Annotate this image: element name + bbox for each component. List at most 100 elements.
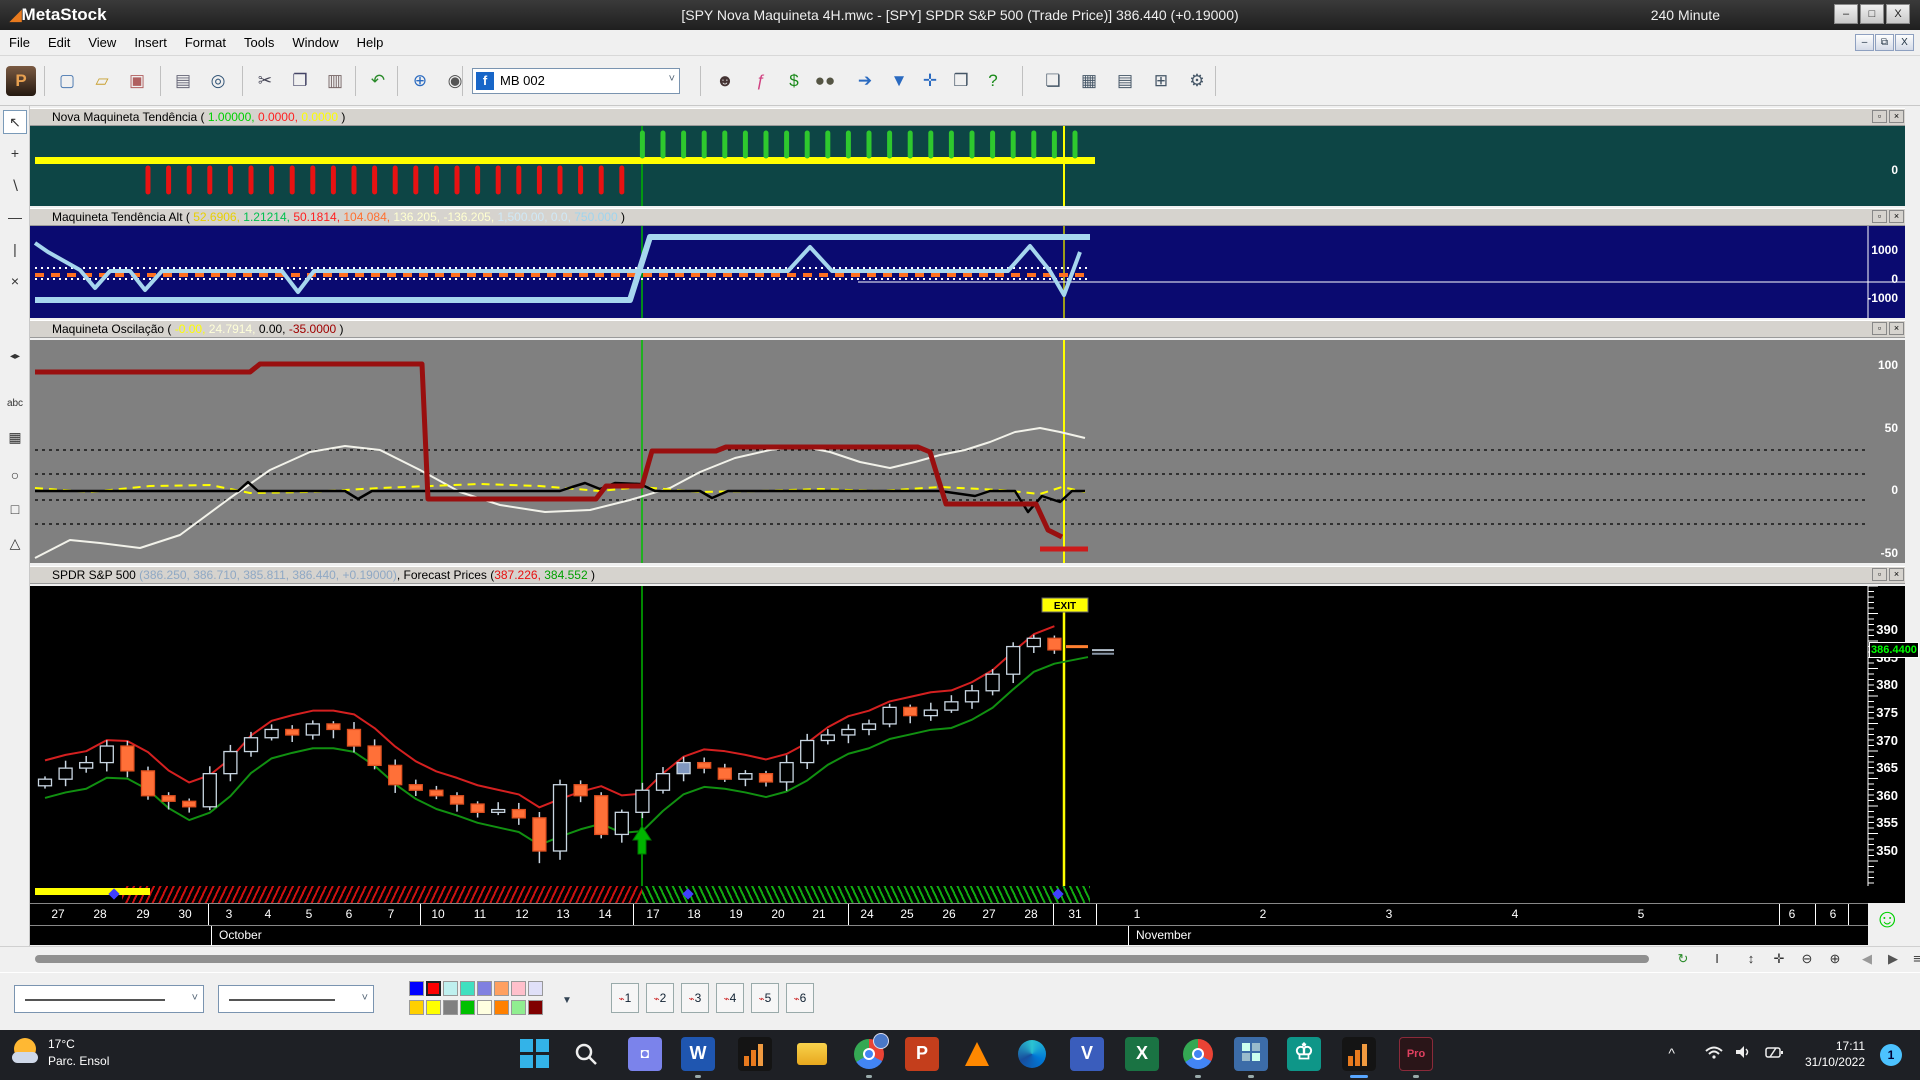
- taskbar-powerpoint-icon[interactable]: P: [905, 1037, 939, 1071]
- crosshair-tool-icon[interactable]: +: [3, 142, 27, 166]
- taskbar-chrome-icon[interactable]: [852, 1037, 886, 1071]
- zoom-out-icon[interactable]: ⊖: [1796, 949, 1818, 969]
- page-right-icon[interactable]: ▶: [1882, 949, 1904, 969]
- what-is-icon[interactable]: ?: [978, 68, 1008, 94]
- open-chart-icon[interactable]: ▱: [87, 68, 117, 94]
- cut-icon[interactable]: ✂: [250, 68, 280, 94]
- rectangle-tool-icon[interactable]: □: [3, 498, 27, 522]
- taskbar-pro-icon[interactable]: Pro: [1399, 1037, 1433, 1071]
- expert-advisor-icon[interactable]: ➔: [850, 68, 880, 94]
- date-axis-months[interactable]: OctoberNovember: [30, 925, 1868, 945]
- chart-preset-button-3[interactable]: ⌁3: [681, 983, 709, 1013]
- taskbar-explorer-icon[interactable]: [795, 1037, 829, 1071]
- color-swatch[interactable]: [460, 981, 475, 996]
- color-swatch[interactable]: [494, 981, 509, 996]
- mdi-close-button[interactable]: X: [1895, 34, 1914, 51]
- maquineta-tendencia-alt-maximize-button[interactable]: ▫: [1872, 210, 1887, 223]
- chart-preset-button-4[interactable]: ⌁4: [716, 983, 744, 1013]
- mdi-restore-button[interactable]: ⧉: [1875, 34, 1894, 51]
- clock[interactable]: 17:1131/10/2022: [1805, 1038, 1865, 1070]
- crosshair-icon[interactable]: ⊕: [405, 68, 435, 94]
- tendencia-alt-chart[interactable]: [30, 226, 1905, 318]
- menu-file[interactable]: File: [0, 30, 39, 55]
- chart-preset-button-6[interactable]: ⌁6: [786, 983, 814, 1013]
- taskbar-chess-icon[interactable]: ♔: [1287, 1037, 1321, 1071]
- color-swatch[interactable]: [477, 981, 492, 996]
- page-left-icon[interactable]: ◀: [1856, 949, 1878, 969]
- taskbar-calculator-icon[interactable]: [1234, 1037, 1268, 1071]
- menu-edit[interactable]: Edit: [39, 30, 79, 55]
- vertical-line-tool-icon[interactable]: |: [3, 238, 27, 262]
- taskbar-vlc-icon[interactable]: [960, 1037, 994, 1071]
- tray-chevron-icon[interactable]: ^: [1668, 1045, 1675, 1061]
- copy-icon[interactable]: ❐: [285, 68, 315, 94]
- tile-horizontal-icon[interactable]: ▤: [1110, 68, 1140, 94]
- notification-badge[interactable]: 1: [1880, 1044, 1902, 1066]
- ellipse-tool-icon[interactable]: ○: [3, 464, 27, 488]
- print-icon[interactable]: ▤: [168, 68, 198, 94]
- tile-charts-icon[interactable]: ▦: [1074, 68, 1104, 94]
- refresh-icon[interactable]: ↻: [1672, 949, 1694, 969]
- spdr-sp500-close-button[interactable]: ×: [1889, 568, 1904, 581]
- color-swatch[interactable]: [426, 981, 441, 996]
- downloader-icon[interactable]: ▼: [884, 68, 914, 94]
- color-swatch[interactable]: [511, 981, 526, 996]
- taskbar-start-icon[interactable]: [518, 1037, 552, 1071]
- taskbar-search-icon[interactable]: [573, 1037, 607, 1071]
- spdr-sp500-maximize-button[interactable]: ▫: [1872, 568, 1887, 581]
- taskbar-excel-icon[interactable]: X: [1125, 1037, 1159, 1071]
- zoom-in-icon[interactable]: ⊕: [1824, 949, 1846, 969]
- inspect-icon[interactable]: ✛: [915, 68, 945, 94]
- price-candlestick-chart[interactable]: EXIT: [30, 586, 1905, 886]
- taskbar-word-icon[interactable]: W: [681, 1037, 715, 1071]
- color-swatch[interactable]: [460, 1000, 475, 1015]
- scroll-arrows-tool-icon[interactable]: ◂▸: [3, 345, 27, 369]
- chevron-down-icon[interactable]: ˅: [362, 992, 368, 1004]
- chart-preset-button-5[interactable]: ⌁5: [751, 983, 779, 1013]
- menu-tools[interactable]: Tools: [235, 30, 283, 55]
- undo-icon[interactable]: ↶: [363, 68, 393, 94]
- color-swatch[interactable]: [528, 1000, 543, 1015]
- maquineta-oscilacao-maximize-button[interactable]: ▫: [1872, 322, 1887, 335]
- color-swatch[interactable]: [511, 1000, 526, 1015]
- menu-view[interactable]: View: [79, 30, 125, 55]
- nova-maquineta-tendencia-maximize-button[interactable]: ▫: [1872, 110, 1887, 123]
- text-tool-icon[interactable]: abc: [3, 392, 27, 416]
- pointer-tool-icon[interactable]: ↖: [3, 110, 27, 134]
- color-swatch[interactable]: [409, 981, 424, 996]
- color-swatch[interactable]: [409, 1000, 424, 1015]
- close-button[interactable]: X: [1886, 4, 1910, 24]
- binoculars-icon[interactable]: ●●: [810, 68, 840, 94]
- chart-preset-button-2[interactable]: ⌁2: [646, 983, 674, 1013]
- delete-tool-icon[interactable]: ×: [3, 270, 27, 294]
- layout-combo[interactable]: f MB 002 ˅: [472, 68, 680, 94]
- paste-icon[interactable]: ▥: [320, 68, 350, 94]
- chart-preset-button-1[interactable]: ⌁1: [611, 983, 639, 1013]
- line-weight-combo[interactable]: ˅: [218, 985, 374, 1013]
- taskbar-metastock-icon[interactable]: [738, 1037, 772, 1071]
- maquineta-oscilacao-close-button[interactable]: ×: [1889, 322, 1904, 335]
- color-swatch[interactable]: [443, 981, 458, 996]
- print-preview-icon[interactable]: ◎: [203, 68, 233, 94]
- trendline-tool-icon[interactable]: ∖: [3, 174, 27, 198]
- color-swatch[interactable]: [443, 1000, 458, 1015]
- minimize-button[interactable]: –: [1834, 4, 1858, 24]
- menu-insert[interactable]: Insert: [125, 30, 176, 55]
- options-gear-icon[interactable]: ⚙: [1182, 68, 1212, 94]
- explorer-icon[interactable]: ☻: [710, 68, 740, 94]
- save-icon[interactable]: ▣: [122, 68, 152, 94]
- color-swatch[interactable]: [477, 1000, 492, 1015]
- triangle-tool-icon[interactable]: △: [3, 532, 27, 556]
- color-swatch[interactable]: [494, 1000, 509, 1015]
- dollar-icon[interactable]: $: [779, 68, 809, 94]
- taskbar-edge-icon[interactable]: [1015, 1037, 1049, 1071]
- date-axis-days[interactable]: 2728293034567101112131417181920212425262…: [30, 903, 1868, 925]
- vertical-zoom-icon[interactable]: ↕: [1740, 949, 1762, 969]
- mdi-minimize-button[interactable]: –: [1855, 34, 1874, 51]
- maquineta-tendencia-alt-close-button[interactable]: ×: [1889, 210, 1904, 223]
- tile-vertical-icon[interactable]: ⊞: [1146, 68, 1176, 94]
- horizontal-line-tool-icon[interactable]: —: [3, 206, 27, 230]
- taskbar-chrome2-icon[interactable]: [1181, 1037, 1215, 1071]
- indicator-builder-icon[interactable]: ƒ: [746, 68, 776, 94]
- zoom-dots-icon[interactable]: ◉: [440, 68, 470, 94]
